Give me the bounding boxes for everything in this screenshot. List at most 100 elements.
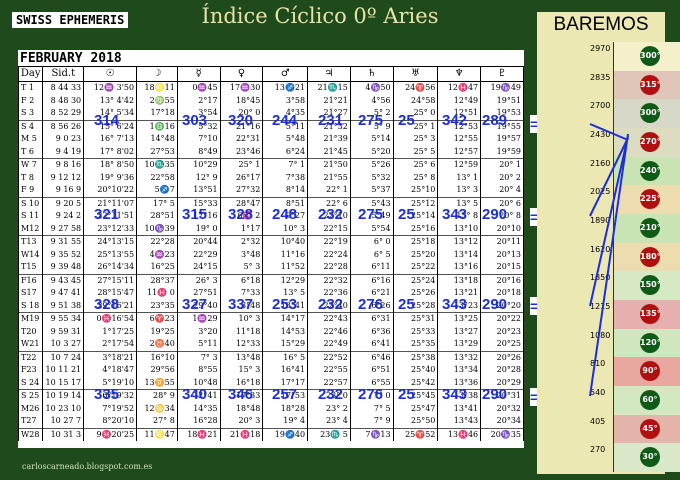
table-cell: 9 47 41 [42,287,85,300]
annotation-value: 232 [318,206,344,223]
footer-url: carloscarneado.blogspot.com.es [22,462,153,471]
degree-circle: 240° [640,160,661,181]
table-cell: 6° 5 [349,248,394,261]
table-cell: F 9 [18,184,44,197]
table-cell: 23°46 [219,145,264,159]
table-cell: 25° 3 [392,133,439,146]
table-cell: 6°36 [349,325,394,338]
table-cell: 24♈56 [392,81,439,95]
table-cell: 21°39 [307,133,351,146]
table-cell: 1°17'25 [83,325,138,338]
table-cell: 10° 3 [219,312,264,326]
table-cell: 7°10 [176,133,221,146]
table-cell: 2♍55 [136,94,178,107]
table-cell: 13°51 [176,184,221,197]
table-cell: T27 [18,415,44,428]
table-cell: 6°11 [349,261,394,274]
table-cell: 20°23 [480,325,524,338]
table-cell: 22°52 [307,350,351,364]
table-cell: 28°51 [136,210,178,223]
table-cell: 23°35 [136,299,178,313]
table-cell: 13° 1 [437,171,482,184]
annotation-value: 340 [182,386,208,403]
annotation-value: 343 [442,296,468,313]
table-cell: 6°51 [349,364,394,377]
table-cell: S 24 [18,376,44,390]
table-cell: 4°18'47 [83,364,138,377]
table-cell: T13 [18,235,44,249]
table-cell: 12°55 [437,133,482,146]
table-cell: 7° 9 [349,415,394,428]
table-cell: 13°25 [437,312,482,326]
table-cell: 19°25 [136,325,178,338]
annotation-value: 25 [398,296,415,313]
table-cell: 11°18 [219,325,264,338]
table-cell: 18°28 [262,402,309,415]
table-cell: 22°24 [307,248,351,261]
scale-tick: 2430 [590,130,611,139]
table-cell: 5°26 [349,158,394,172]
page-title: Índice Cíclico 0º Aries [201,4,439,28]
table-cell: 12°49 [437,94,482,107]
annotation-value: 25 [398,386,415,403]
table-cell: 22°28 [136,235,178,249]
table-cell: 22°19 [307,235,351,249]
table-cell: 29°56 [136,364,178,377]
table-cell: 14°17 [262,312,309,326]
table-cell: M19 [18,312,44,326]
scale-tick: 2700 [590,101,611,111]
table-cell: 23♏ 5 [307,427,351,441]
table-cell: 9 4 19 [42,145,85,159]
table-row: T27 10 27 7 8°20'10 27° 8 16°28 20° 3 19° 4 23°… [18,415,524,428]
annotation-value: 327 [182,296,208,313]
column-header: ♆ [437,66,482,82]
table-cell: 0♒45 [176,81,221,95]
table-cell: 18°48 [219,402,264,415]
table-cell: 25°38 [392,350,439,364]
annotation-value: 248 [272,206,298,223]
table-cell: 10♏35 [136,158,178,172]
table-cell: 27°15'11 [83,273,138,287]
table-cell: 13° 3 [437,184,482,197]
table-cell: 25°13'55 [83,248,138,261]
table-cell: S 10 [18,196,44,210]
table-cell: 6°16 [349,273,394,287]
table-cell: 20° 2 [480,171,524,184]
table-cell: 17°18 [136,107,178,120]
table-cell: 15°29 [262,338,309,351]
table-cell: 25°18 [392,235,439,249]
table-row: T15 9 39 48 26°14'34 16°25 24°15 5° 3 11°52 22°… [18,261,524,274]
table-cell: 11♌47 [136,427,178,441]
table-cell: W21 [18,338,44,351]
table-cell: 13°29 [437,338,482,351]
table-cell: 21°45 [307,145,351,159]
table-cell: 12°59 [437,158,482,172]
table-cell: 13°10 [437,222,482,236]
degree-circle: 135° [640,304,661,324]
table-cell: 25°10 [392,184,439,197]
table-cell: 20°10'22 [83,184,138,197]
table-cell: 22°29 [176,248,221,261]
table-cell: 1♎16 [136,119,178,133]
table-cell: F 2 [18,94,44,107]
table-cell: 8 44 33 [42,81,85,95]
table-cell: 16°28 [176,415,221,428]
table-row: W14 9 35 52 25°13'55 4♒23 22°29 3°48 11°16 22°2… [18,248,524,261]
table-cell: 20°26 [480,350,524,364]
table-cell: 25°33 [392,325,439,338]
table-row: M19 9 55 34 0♓16'54 6♈23 1♒29 10° 3 14°17 22°43… [18,312,524,326]
table-cell: 13°48 [219,350,264,364]
table-cell: 20°10 [480,222,524,236]
table-cell: 14°48 [136,133,178,146]
table-cell: S 11 [18,210,44,223]
table-cell: 18♓21 [176,427,221,441]
table-cell: 6°41 [349,338,394,351]
annotation-value: 315 [182,206,208,223]
table-cell: S 25 [18,389,44,403]
table-cell: 20°22 [480,312,524,326]
table-cell: 10°29 [176,158,221,172]
scale-tick: 1350 [590,273,611,283]
table-cell: 13°18 [437,273,482,287]
scale-tick: 810 [590,359,606,369]
table-cell: 24°58 [392,94,439,107]
